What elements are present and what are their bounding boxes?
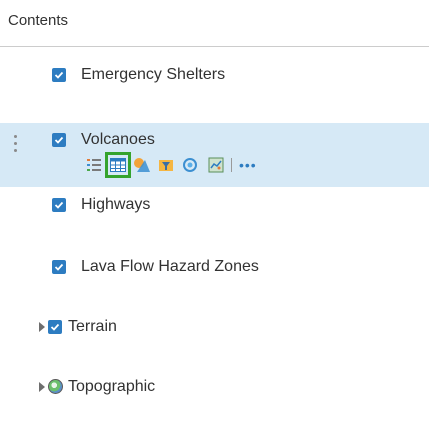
layer-visibility-checkbox[interactable] [52,260,66,274]
checkmark-icon [50,323,60,331]
layer-visibility-checkbox[interactable] [52,198,66,212]
layer-item-terrain[interactable]: Terrain [0,312,429,342]
layer-label: Lava Flow Hazard Zones [81,258,259,275]
more-options-button[interactable]: ••• [239,155,257,175]
toolbar-separator [231,158,232,172]
layer-visibility-checkbox[interactable] [48,320,62,334]
layer-label: Topographic [68,378,156,395]
layer-label: Emergency Shelters [81,66,226,83]
expand-arrow-icon[interactable] [39,322,45,332]
checkmark-icon [54,201,64,209]
contents-header: Contents [0,0,429,47]
layer-label: Highways [81,196,151,213]
legend-icon[interactable] [84,155,104,175]
change-style-icon[interactable] [132,155,152,175]
panel-title: Contents [8,12,69,29]
layer-item-volcanoes[interactable]: Volcanoes ••• [0,123,429,187]
perform-analysis-icon[interactable] [180,155,200,175]
checkmark-icon [54,71,64,79]
basemap-globe-icon [48,379,63,394]
filter-icon[interactable] [156,155,176,175]
layer-item-lava-flow-hazard-zones[interactable]: Lava Flow Hazard Zones [0,252,429,282]
layer-visibility-checkbox[interactable] [52,68,66,82]
layer-visibility-checkbox[interactable] [52,133,66,147]
layer-label: Volcanoes [81,131,155,148]
layer-item-highways[interactable]: Highways [0,190,429,220]
checkmark-icon [54,263,64,271]
attribute-table-icon[interactable] [105,152,131,178]
show-table-icon[interactable] [206,155,226,175]
basemap-item-topographic[interactable]: Topographic [0,372,429,402]
layer-label: Terrain [68,318,117,335]
drag-handle-icon[interactable] [14,135,18,156]
expand-arrow-icon[interactable] [39,382,45,392]
layer-item-emergency-shelters[interactable]: Emergency Shelters [0,60,429,90]
checkmark-icon [54,136,64,144]
